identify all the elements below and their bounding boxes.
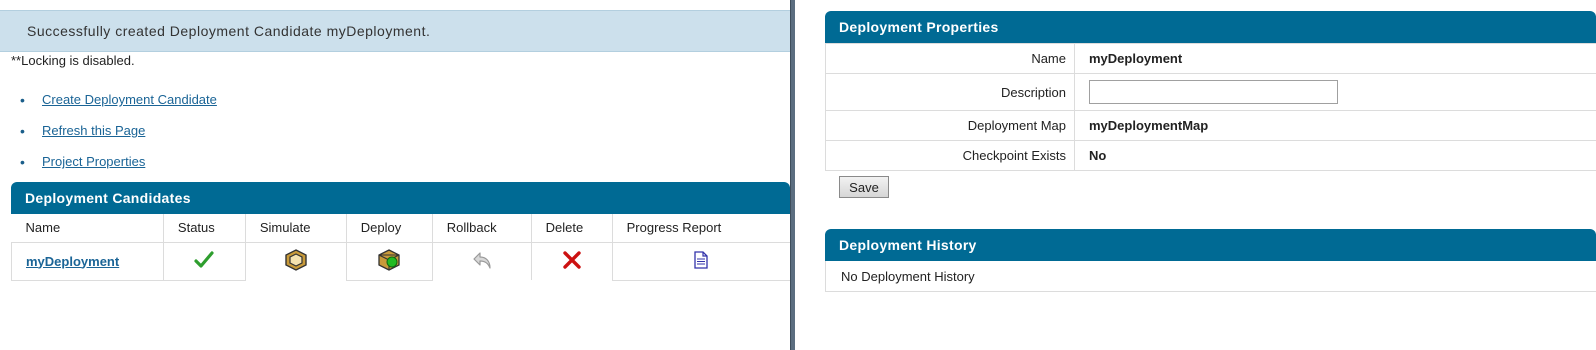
status-cell [162, 242, 246, 281]
deploy-package-icon[interactable] [377, 248, 401, 271]
checkpoint-exists-label: Checkpoint Exists [825, 140, 1075, 171]
name-label: Name [825, 43, 1075, 74]
property-row-checkpoint: Checkpoint Exists No [825, 140, 1596, 171]
property-row-deployment-map: Deployment Map myDeploymentMap [825, 110, 1596, 141]
candidate-name-cell: myDeployment [11, 242, 164, 281]
deployment-map-value: myDeploymentMap [1074, 110, 1596, 141]
description-value-cell [1074, 73, 1596, 111]
deployment-candidates-title: Deployment Candidates [25, 190, 191, 206]
create-deployment-candidate-link[interactable]: Create Deployment Candidate [42, 92, 217, 107]
description-label: Description [825, 73, 1075, 111]
checkpoint-exists-value: No [1074, 140, 1596, 171]
project-properties-link[interactable]: Project Properties [42, 154, 145, 169]
deployment-properties-title: Deployment Properties [839, 19, 999, 35]
delete-cell [530, 242, 613, 280]
column-header-rollback: Rollback [431, 214, 532, 243]
left-pane: Successfully created Deployment Candidat… [0, 0, 790, 350]
simulate-icon[interactable] [284, 248, 308, 271]
bullet-icon: • [20, 153, 25, 170]
deployment-map-label: Deployment Map [825, 110, 1075, 141]
table-row: myDeployment [11, 242, 790, 281]
delete-x-icon[interactable] [562, 250, 582, 270]
column-header-progress-report: Progress Report [611, 214, 790, 243]
name-value: myDeployment [1074, 43, 1596, 74]
column-header-name: Name [11, 214, 164, 243]
locking-note: **Locking is disabled. [11, 53, 135, 68]
action-list: • Create Deployment Candidate • Refresh … [20, 84, 217, 177]
deploy-cell [345, 242, 433, 281]
right-pane: Deployment Properties Name myDeployment … [795, 0, 1596, 350]
checkmark-icon [194, 250, 214, 269]
deployment-history-title: Deployment History [839, 237, 977, 253]
column-header-status: Status [162, 214, 246, 243]
table-header-row: Name Status Simulate Deploy Rollback Del… [11, 214, 790, 243]
refresh-page-link[interactable]: Refresh this Page [42, 123, 145, 138]
deployment-history-header: Deployment History [825, 229, 1596, 261]
column-header-delete: Delete [530, 214, 613, 243]
simulate-cell [244, 242, 347, 280]
column-header-simulate: Simulate [244, 214, 347, 243]
column-header-deploy: Deploy [345, 214, 433, 243]
deployment-candidates-table: Name Status Simulate Deploy Rollback Del… [11, 214, 790, 281]
property-row-name: Name myDeployment [825, 43, 1596, 74]
success-banner: Successfully created Deployment Candidat… [0, 10, 790, 52]
save-button[interactable]: Save [839, 176, 889, 198]
deployment-history-body: No Deployment History [825, 261, 1596, 292]
action-item-project-properties: • Project Properties [20, 146, 217, 177]
deployment-history-empty-text: No Deployment History [841, 269, 975, 284]
progress-report-cell [611, 242, 790, 281]
deployment-properties-header: Deployment Properties [825, 11, 1596, 43]
success-message: Successfully created Deployment Candidat… [27, 23, 431, 39]
rollback-cell [431, 242, 532, 280]
bullet-icon: • [20, 122, 25, 139]
document-icon[interactable] [693, 250, 709, 269]
action-item-refresh: • Refresh this Page [20, 115, 217, 146]
rollback-arrow-icon[interactable] [471, 250, 493, 270]
deployment-properties-table: Name myDeployment Description Deployment… [825, 43, 1596, 171]
candidate-name-link[interactable]: myDeployment [26, 254, 119, 269]
property-row-description: Description [825, 73, 1596, 111]
description-input[interactable] [1089, 80, 1338, 104]
action-item-create: • Create Deployment Candidate [20, 84, 217, 115]
deployment-candidates-header: Deployment Candidates [11, 182, 790, 214]
bullet-icon: • [20, 91, 25, 108]
